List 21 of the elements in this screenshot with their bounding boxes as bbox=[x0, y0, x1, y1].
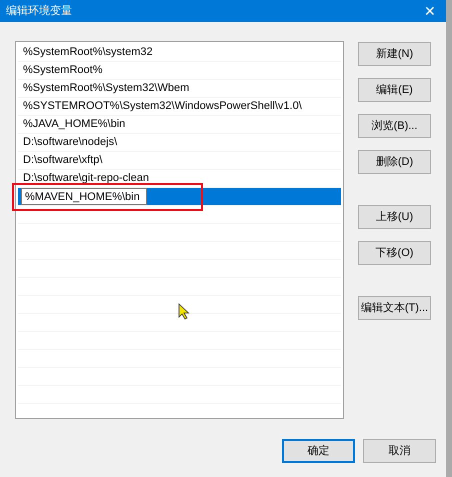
close-button[interactable]: ✕ bbox=[420, 4, 440, 18]
side-button[interactable]: 编辑(E) bbox=[358, 78, 431, 102]
cursor-icon bbox=[178, 303, 190, 320]
list-item[interactable]: %SystemRoot%\System32\Wbem bbox=[18, 80, 341, 98]
list-item[interactable]: %SYSTEMROOT%\System32\WindowsPowerShell\v1.0\ bbox=[18, 98, 341, 116]
list-item[interactable]: %MAVEN_HOME%\bin bbox=[18, 188, 341, 206]
list-item[interactable]: D:\software\xftp\ bbox=[18, 152, 341, 170]
list-item[interactable]: D:\software\nodejs\ bbox=[18, 134, 341, 152]
ok-button[interactable]: 确定 bbox=[282, 439, 355, 463]
window-title: 编辑环境变量 bbox=[6, 4, 72, 19]
list-item[interactable]: %JAVA_HOME%\bin bbox=[18, 116, 341, 134]
side-button[interactable]: 下移(O) bbox=[358, 241, 431, 265]
path-input-field[interactable]: %MAVEN_HOME%\bin bbox=[21, 188, 147, 205]
side-button[interactable]: 新建(N) bbox=[358, 42, 431, 66]
side-button[interactable]: 删除(D) bbox=[358, 150, 431, 174]
side-button[interactable]: 编辑文本(T)... bbox=[358, 296, 431, 320]
side-button[interactable]: 浏览(B)... bbox=[358, 114, 431, 138]
list-item[interactable]: %SystemRoot% bbox=[18, 62, 341, 80]
list-item[interactable]: %SystemRoot%\system32 bbox=[18, 44, 341, 62]
side-button[interactable]: 上移(U) bbox=[358, 205, 431, 229]
cancel-button[interactable]: 取消 bbox=[363, 439, 436, 463]
